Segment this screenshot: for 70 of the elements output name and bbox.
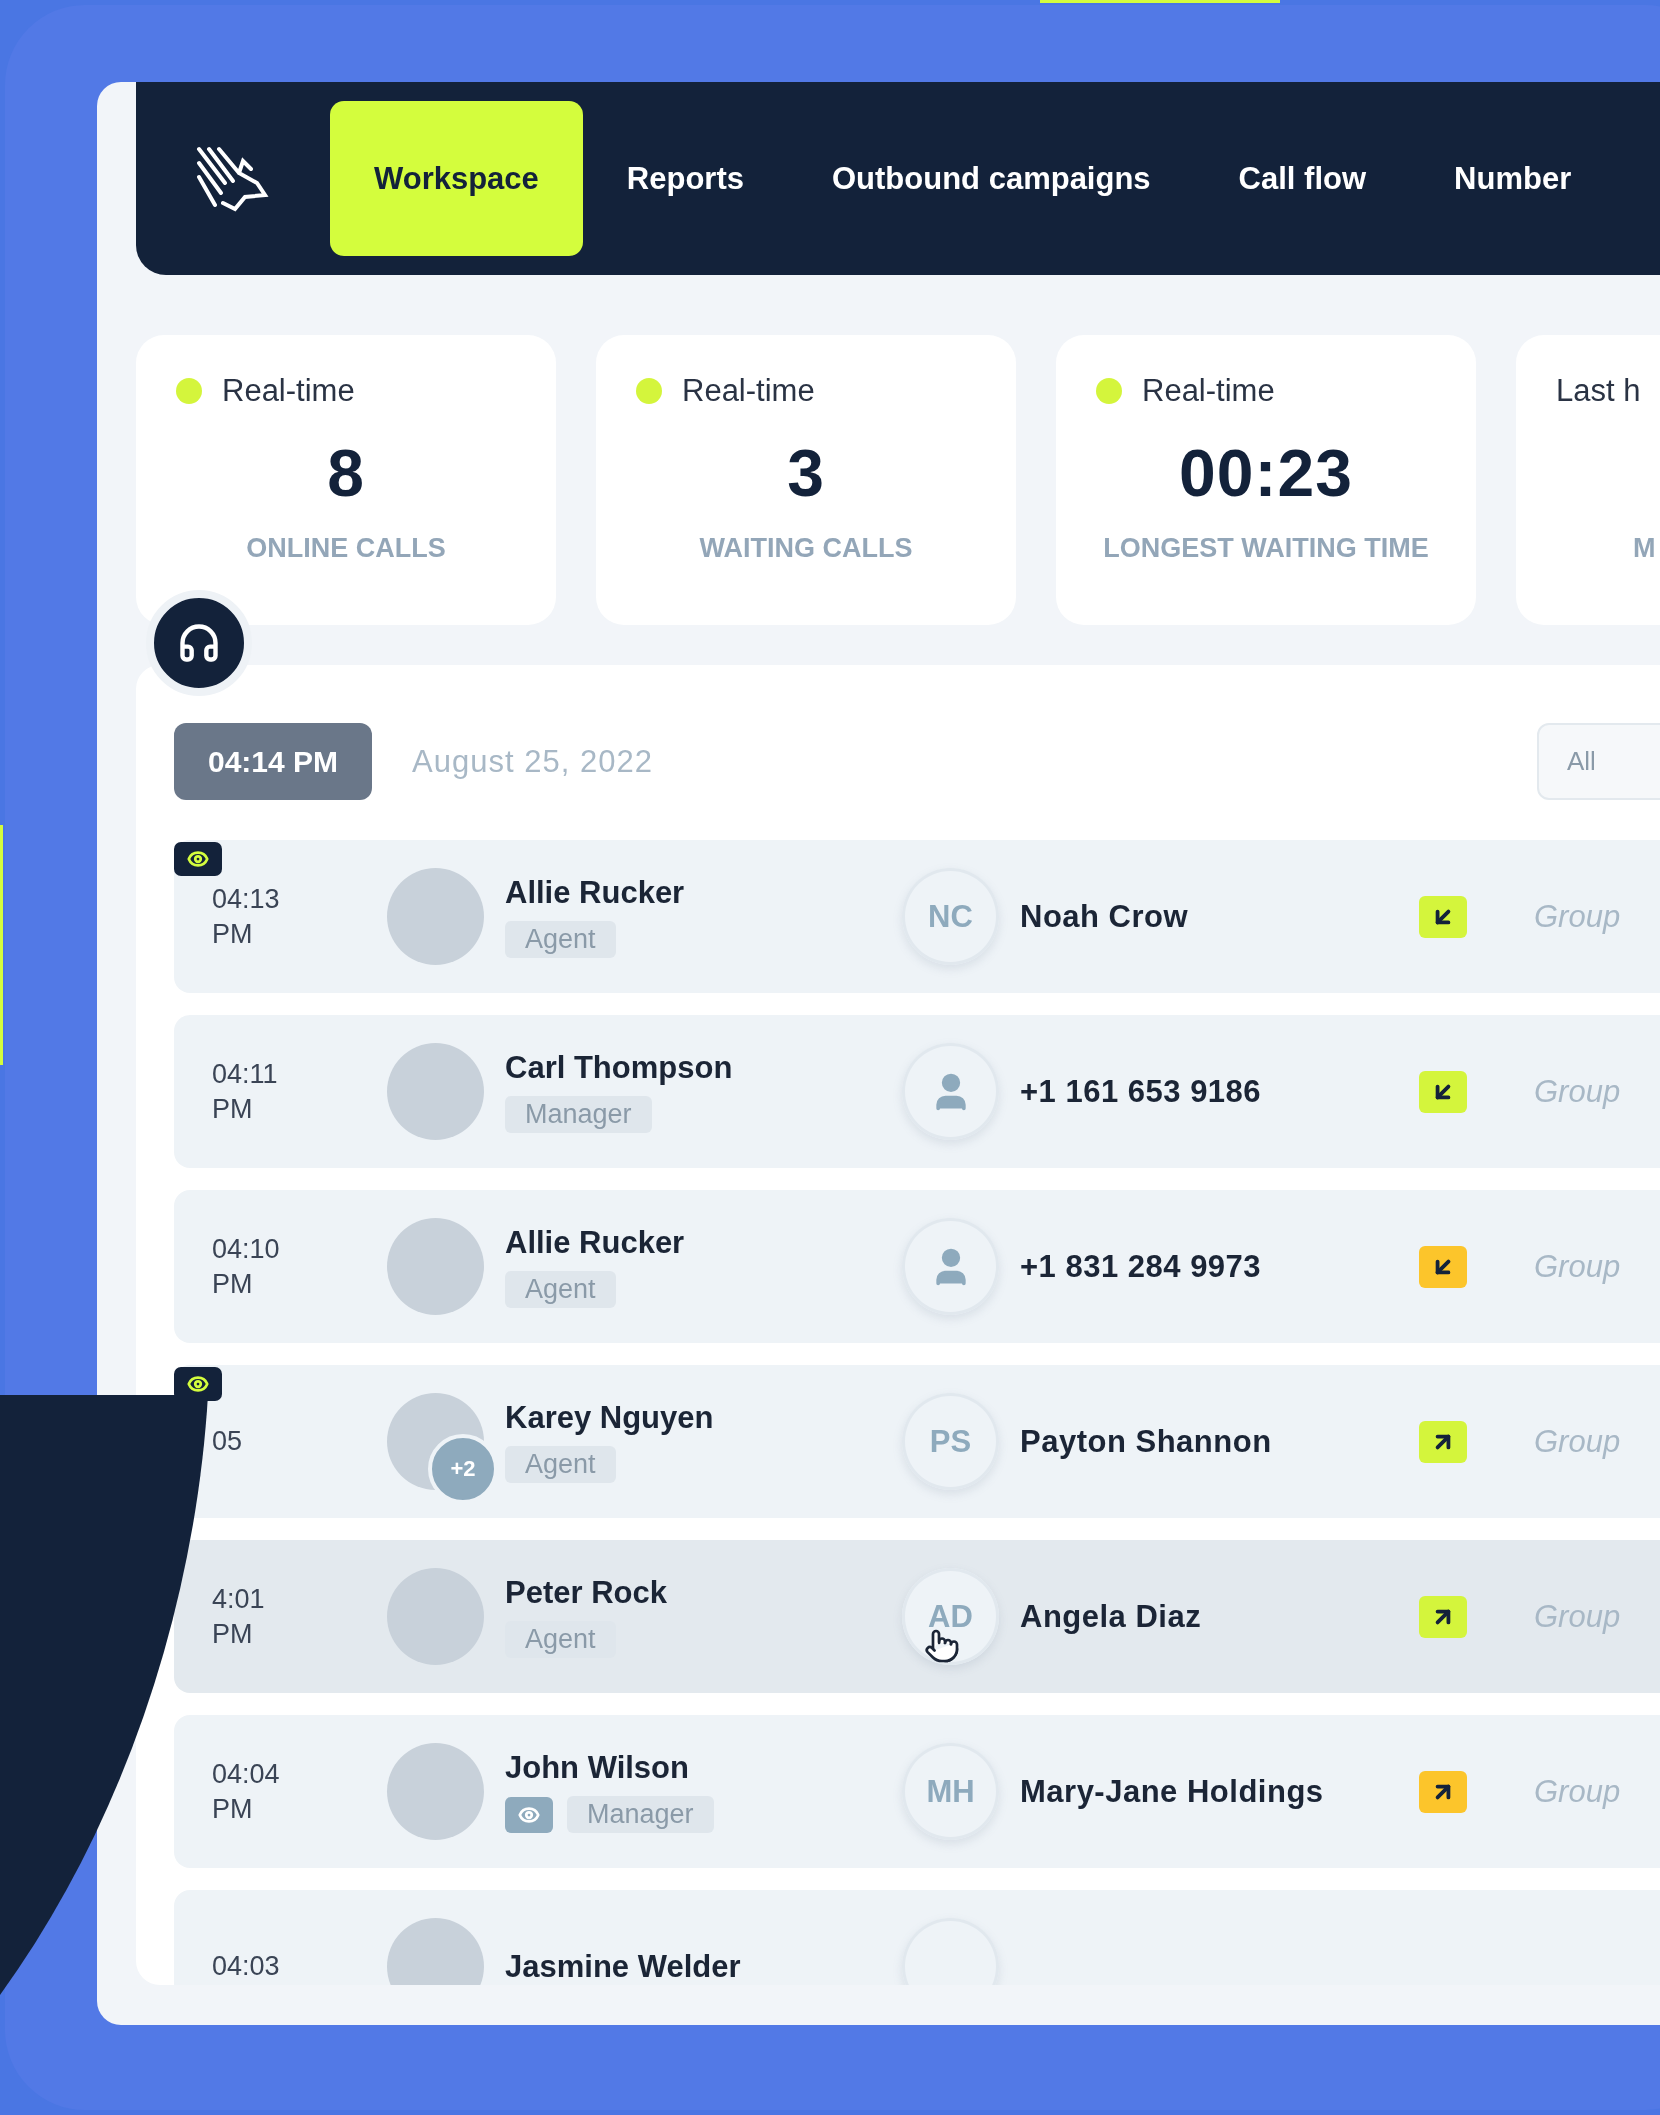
contact-name: +1 161 653 9186 — [1020, 1073, 1263, 1110]
call-row[interactable]: 05 +2 Karey Nguyen Agent PS Payton Shannon Group — [174, 1365, 1660, 1518]
call-time: PM — [212, 1268, 253, 1300]
call-row[interactable]: 04:13 PM Allie Rucker Agent NC Noah Crow Group — [174, 840, 1660, 993]
nav-tab[interactable]: Workspace — [330, 101, 583, 256]
stat-value: 8 — [327, 436, 365, 510]
eye-icon — [187, 1373, 209, 1395]
role-tag: Agent — [505, 1271, 616, 1308]
agent-name: Karey Nguyen — [505, 1400, 714, 1436]
stat-label: ONLINE CALLS — [246, 533, 446, 564]
current-date: August 25, 2022 — [412, 743, 653, 780]
agent-name: Jasmine Welder — [505, 1948, 741, 1985]
role-tag: Manager — [567, 1796, 714, 1833]
call-row[interactable]: 4:01 PM Peter Rock Agent AD Angela Diaz Group — [174, 1540, 1660, 1693]
role-tag: Agent — [505, 921, 616, 958]
call-row[interactable]: 04:10 PM Allie Rucker Agent +1 831 284 9973 Group — [174, 1190, 1660, 1343]
role-tag: Agent — [505, 1446, 616, 1483]
call-row[interactable]: 04:11 PM Carl Thompson Manager +1 161 653 9186 Group — [174, 1015, 1660, 1168]
group-label: Group — [1534, 1598, 1621, 1635]
agent-name: Carl Thompson — [505, 1050, 733, 1086]
call-time: PM — [212, 1618, 253, 1650]
contact-avatar: MH — [902, 1743, 999, 1840]
stat-label: M — [1633, 533, 1656, 564]
contact-name: Mary-Jane Holdings — [1020, 1773, 1325, 1810]
call-time: 04:13 — [212, 883, 280, 915]
current-time: 04:14 PM — [174, 723, 373, 800]
agent-name: Allie Rucker — [505, 875, 685, 911]
group-label: Group — [1534, 898, 1621, 935]
group-label: Group — [1534, 1073, 1621, 1110]
call-time: 04:03 — [212, 1951, 280, 1982]
agent-name: John Wilson — [505, 1750, 689, 1786]
period-label: Last h — [1556, 373, 1641, 409]
call-time: PM — [212, 918, 253, 950]
contact-avatar: PS — [902, 1393, 999, 1490]
nav-tab[interactable]: Reports — [582, 101, 788, 256]
call-row[interactable]: 04:04 PM John Wilson Manager MH Mary-Jane Holdings Group — [174, 1715, 1660, 1868]
call-time: 04:11 — [212, 1058, 278, 1090]
nav-tab[interactable]: Number — [1410, 101, 1616, 256]
group-label: Group — [1534, 1423, 1621, 1460]
call-time: 05 — [212, 1426, 243, 1457]
hand-cursor-icon — [924, 1628, 960, 1664]
group-label: Group — [1534, 1248, 1621, 1285]
agent-name: Allie Rucker — [505, 1225, 685, 1261]
call-time: PM — [212, 1093, 253, 1125]
stat-value: 00:23 — [1179, 436, 1353, 510]
eye-icon — [187, 848, 209, 870]
contact-name: +1 831 284 9973 — [1020, 1248, 1263, 1285]
call-time: 04:04 — [212, 1758, 280, 1790]
period-label: Real-time — [1142, 373, 1275, 409]
call-time: PM — [212, 1793, 253, 1825]
agent-name: Peter Rock — [505, 1575, 667, 1611]
contact-name: Noah Crow — [1020, 898, 1190, 935]
role-tag: Manager — [505, 1096, 652, 1133]
period-label: Real-time — [222, 373, 355, 409]
call-time: 4:01 — [212, 1583, 265, 1615]
stat-value: 3 — [787, 436, 825, 510]
contact-avatar: AD — [902, 1568, 999, 1665]
contact-name: Payton Shannon — [1020, 1423, 1273, 1460]
period-label: Real-time — [682, 373, 815, 409]
headset-icon — [177, 621, 221, 665]
stat-label: LONGEST WAITING TIME — [1103, 533, 1429, 564]
call-row[interactable]: 04:03 Jasmine Welder — [174, 1890, 1660, 1985]
contact-name: Angela Diaz — [1020, 1598, 1203, 1635]
nav-tab[interactable]: Call flow — [1194, 101, 1411, 256]
nav-tab[interactable]: Outbound campaigns — [788, 101, 1195, 256]
contact-avatar: NC — [902, 868, 999, 965]
group-label: Group — [1534, 1773, 1621, 1810]
call-time: 04:10 — [212, 1233, 280, 1265]
stat-label: WAITING CALLS — [699, 533, 913, 564]
role-tag: Agent — [505, 1621, 616, 1658]
